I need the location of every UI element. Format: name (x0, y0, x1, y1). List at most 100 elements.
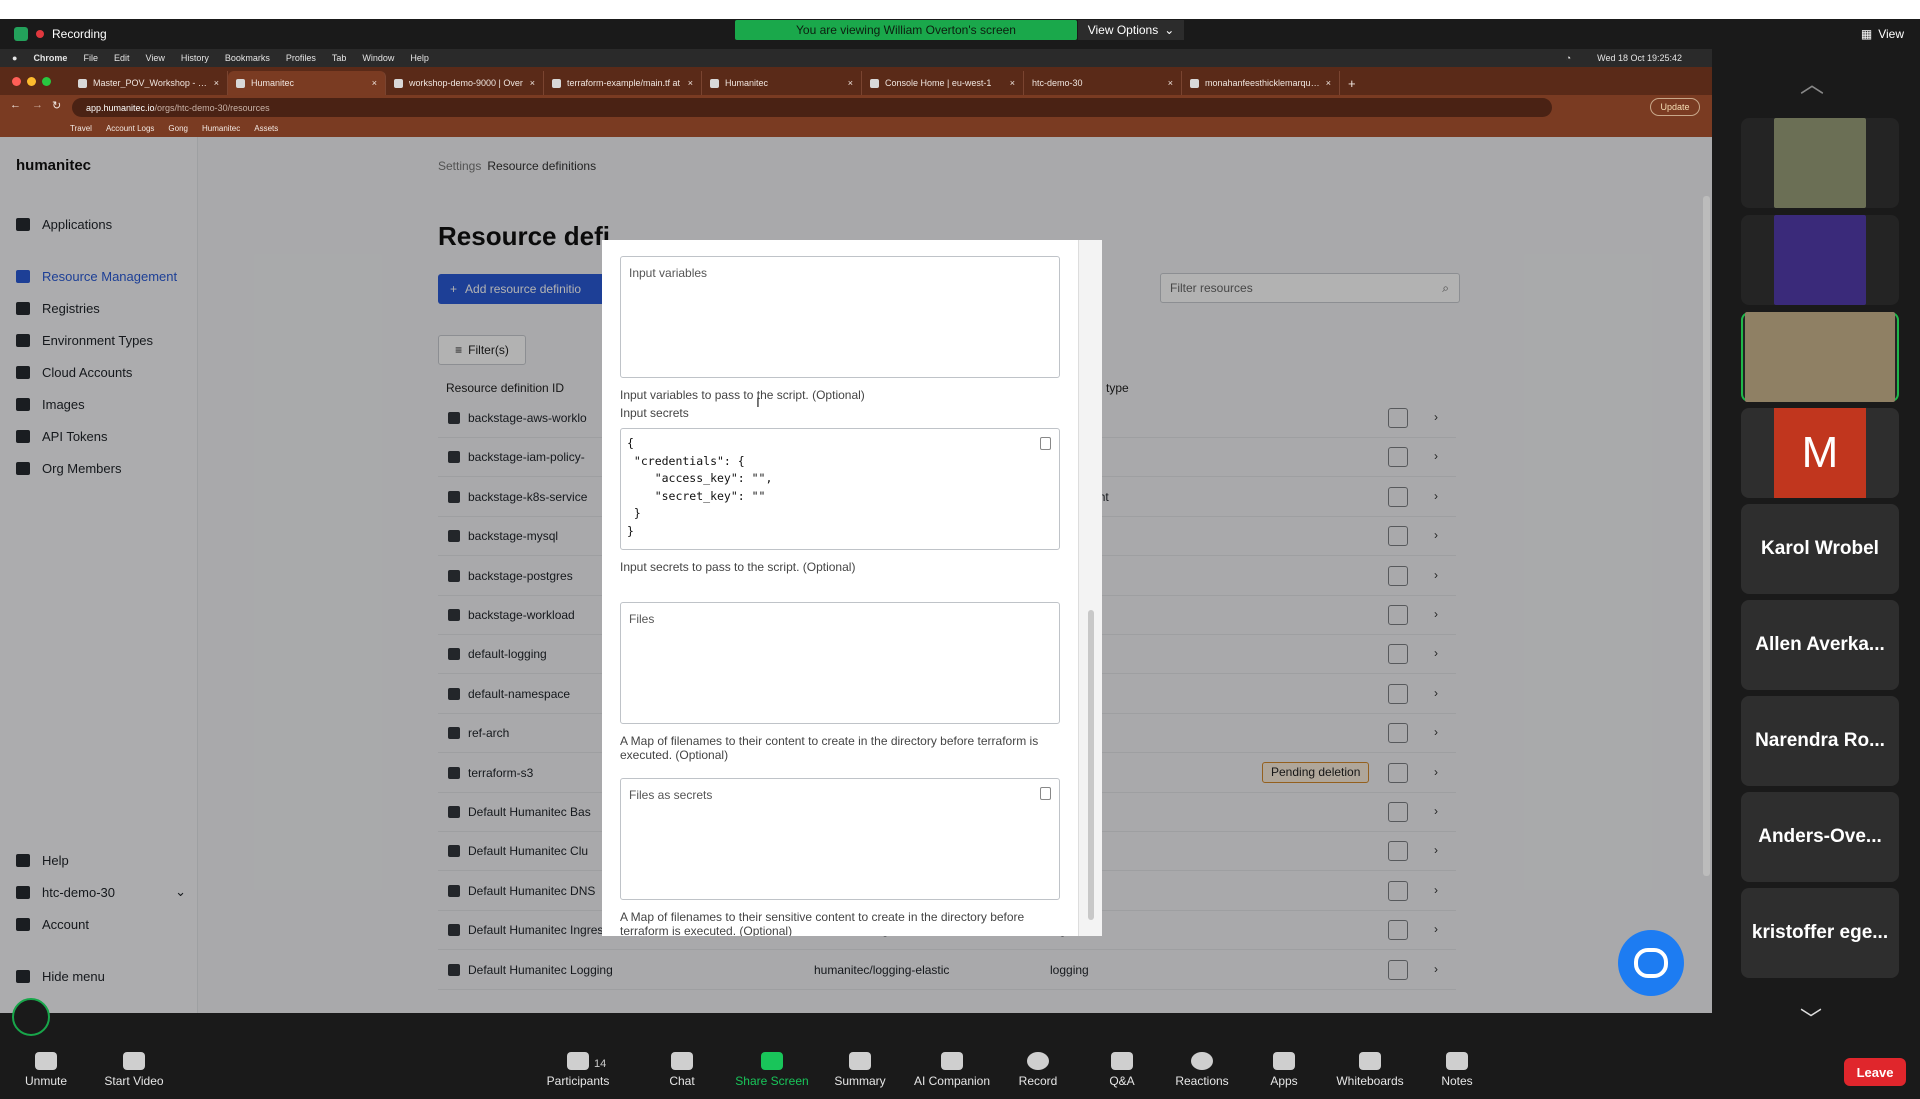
reactions-button[interactable]: Reactions (1162, 1052, 1242, 1088)
shield-icon (14, 27, 28, 41)
close-tab-icon[interactable]: × (1010, 78, 1015, 88)
maximize-window-icon[interactable] (42, 77, 51, 86)
files-help: A Map of filenames to their content to c… (620, 734, 1039, 762)
bookmark-item[interactable]: Gong (168, 124, 188, 133)
browser-tab[interactable]: Console Home | eu-west-1 × (862, 71, 1024, 95)
leave-button[interactable]: Leave (1844, 1058, 1906, 1086)
update-button[interactable]: Update (1650, 98, 1700, 116)
browser-tab[interactable]: htc-demo-30 × (1024, 71, 1182, 95)
notes-button[interactable]: Notes (1417, 1052, 1497, 1088)
close-window-icon[interactable] (12, 77, 21, 86)
close-tab-icon[interactable]: × (372, 78, 377, 88)
chat-support-button[interactable] (1618, 930, 1684, 996)
chevron-up-icon[interactable]: ︿ (1800, 64, 1824, 99)
recording-label: Recording (52, 27, 107, 41)
bookmark-item[interactable]: Account Logs (106, 124, 154, 133)
menu-profiles[interactable]: Profiles (286, 53, 316, 63)
modal-scroll-thumb[interactable] (1088, 610, 1094, 920)
page-scrollbar[interactable] (1703, 196, 1710, 876)
record-icon (1027, 1052, 1049, 1070)
start-video-button[interactable]: Start Video (94, 1052, 174, 1088)
unmute-button[interactable]: Unmute (6, 1052, 86, 1088)
browser-tab[interactable]: workshop-demo-9000 | Over × (386, 71, 544, 95)
view-options-button[interactable]: View Options ⌄ (1078, 20, 1184, 40)
menu-help[interactable]: Help (410, 53, 429, 63)
participant-tile[interactable]: M (1741, 408, 1899, 498)
url-field[interactable]: app.humanitec.io/orgs/htc-demo-30/resour… (72, 98, 1552, 117)
participant-tile[interactable]: Anders-Ove... (1741, 792, 1899, 882)
participant-tile[interactable]: Karol Wrobel (1741, 504, 1899, 594)
participant-tile[interactable]: Narendra Ro... (1741, 696, 1899, 786)
apps-button[interactable]: Apps (1244, 1052, 1324, 1088)
tab-favicon-icon (710, 78, 719, 88)
bookmarks-bar: Travel Account Logs Gong Humanitec Asset… (0, 119, 1712, 137)
input-secrets-field[interactable]: { "credentials": { "access_key": "", "se… (620, 428, 1060, 550)
view-button[interactable]: ▦ View (1861, 19, 1904, 49)
whiteboards-button[interactable]: Whiteboards (1328, 1052, 1412, 1088)
shared-screen: ● Chrome File Edit View History Bookmark… (0, 49, 1712, 1013)
participant-tile[interactable]: kristoffer ege... (1741, 888, 1899, 978)
new-tab-icon[interactable]: + (1340, 76, 1364, 95)
chat-button[interactable]: Chat (642, 1052, 722, 1088)
menu-bookmarks[interactable]: Bookmarks (225, 53, 270, 63)
view-label: View (1878, 27, 1904, 41)
bookmark-item[interactable]: Assets (254, 124, 278, 133)
participant-video (1745, 312, 1895, 402)
back-icon[interactable]: ← (10, 99, 21, 111)
menu-view[interactable]: View (145, 53, 164, 63)
participant-tile-active-speaker[interactable] (1741, 312, 1899, 402)
ai-companion-button[interactable]: AI Companion (908, 1052, 996, 1088)
participant-tile[interactable]: Allen Averka... (1741, 600, 1899, 690)
url-host: app.humanitec.io (86, 102, 155, 113)
participant-tile[interactable] (1741, 118, 1899, 208)
close-tab-icon[interactable]: × (688, 78, 693, 88)
close-tab-icon[interactable]: × (1326, 78, 1331, 88)
participant-video (1774, 118, 1866, 208)
summary-icon (849, 1052, 871, 1070)
close-tab-icon[interactable]: × (1168, 78, 1173, 88)
mic-muted-icon (35, 1052, 57, 1070)
browser-tab[interactable]: Humanitec × (702, 71, 862, 95)
reactions-icon (1191, 1052, 1213, 1070)
url-path: /orgs/htc-demo-30/resources (154, 102, 270, 113)
participant-tile[interactable] (1741, 215, 1899, 305)
files-field[interactable]: Files (620, 602, 1060, 724)
zoom-top-bar: Recording You are viewing William Overto… (0, 19, 1920, 49)
files-as-secrets-field[interactable]: Files as secrets (620, 778, 1060, 900)
record-button[interactable]: Record (998, 1052, 1078, 1088)
browser-tab[interactable]: terraform-example/main.tf at × (544, 71, 702, 95)
menu-chrome[interactable]: Chrome (33, 53, 67, 63)
tab-favicon-icon (394, 78, 403, 88)
input-variables-field[interactable]: Input variables (620, 256, 1060, 378)
chat-bubble-icon (671, 1052, 693, 1070)
grid-icon: ▦ (1860, 27, 1873, 41)
forward-icon[interactable]: → (32, 99, 43, 111)
chevron-down-icon[interactable]: ﹀ (1800, 1002, 1822, 1034)
view-options-label: View Options (1087, 23, 1159, 37)
modal-scrollbar[interactable] (1078, 240, 1102, 936)
menu-tab[interactable]: Tab (332, 53, 347, 63)
annotate-pencil-button[interactable] (12, 998, 50, 1036)
input-secrets-heading: Input secrets (620, 406, 689, 420)
recording-indicator: Recording (14, 19, 107, 49)
close-tab-icon[interactable]: × (530, 78, 535, 88)
browser-tab-active[interactable]: Humanitec × (228, 71, 386, 95)
menu-edit[interactable]: Edit (114, 53, 130, 63)
menu-history[interactable]: History (181, 53, 209, 63)
menu-file[interactable]: File (83, 53, 98, 63)
close-tab-icon[interactable]: × (214, 78, 219, 88)
menu-window[interactable]: Window (362, 53, 394, 63)
reload-icon[interactable]: ↻ (52, 99, 61, 112)
participant-video (1774, 215, 1866, 305)
qa-button[interactable]: Q&A (1082, 1052, 1162, 1088)
bookmark-item[interactable]: Travel (70, 124, 92, 133)
bookmark-item[interactable]: Humanitec (202, 124, 240, 133)
minimize-window-icon[interactable] (27, 77, 36, 86)
browser-tab[interactable]: Master_POV_Workshop - Goo × (70, 71, 228, 95)
summary-button[interactable]: Summary (820, 1052, 900, 1088)
close-tab-icon[interactable]: × (848, 78, 853, 88)
top-strip (0, 0, 1920, 19)
share-screen-button[interactable]: Share Screen (732, 1052, 812, 1088)
browser-tab[interactable]: monahanfeesthicklemarquardt × (1182, 71, 1340, 95)
humanitec-app: humanitec Applications Resource Manageme… (0, 137, 1712, 1013)
